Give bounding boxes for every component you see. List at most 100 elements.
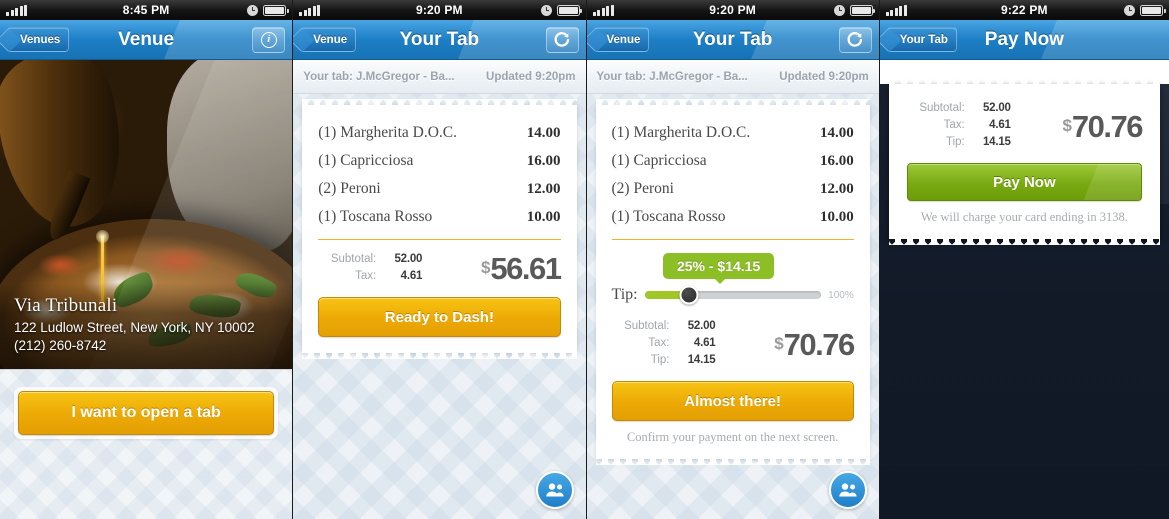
venue-hero-photo: Via Tribunali 122 Ludlow Street, New Yor…	[0, 60, 293, 369]
open-tab-button-label: I want to open a tab	[71, 404, 221, 421]
info-icon: i	[260, 31, 277, 48]
table-row: (2) Peroni 12.00	[612, 175, 854, 203]
grand-total-value: 70.76	[1071, 108, 1144, 144]
card-charge-note: We will charge your card ending in 3138.	[920, 210, 1128, 224]
pay-now-button[interactable]: Pay Now	[906, 163, 1142, 201]
info-button[interactable]: i	[252, 26, 286, 53]
grand-total: $70.76	[774, 326, 856, 362]
back-button-your-tab[interactable]: Your Tab	[886, 27, 957, 52]
tip-slider-handle[interactable]	[679, 285, 699, 305]
friends-icon	[545, 483, 564, 497]
subtotal-value: 52.00	[394, 253, 423, 265]
item-amount: 16.00	[526, 153, 561, 169]
nav-bar: Venues Venue i	[0, 20, 293, 60]
tip-total-value: 14.15	[687, 354, 716, 366]
pay-now-label: Pay Now	[993, 173, 1056, 191]
friends-button[interactable]	[828, 471, 867, 509]
table-row: (1) Margherita D.O.C. 14.00	[612, 119, 854, 147]
totals-row: Tax: 4.61	[318, 268, 422, 285]
refresh-icon	[846, 31, 864, 49]
back-button-label: Venue	[606, 33, 641, 46]
tax-value: 4.61	[989, 119, 1011, 131]
friends-button[interactable]	[535, 471, 574, 509]
open-tab-footer: I want to open a tab	[0, 369, 293, 519]
tip-label: Tip:	[611, 286, 638, 303]
battery-icon	[556, 4, 582, 16]
back-button-label: Venues	[20, 33, 61, 46]
tip-max-label: 100%	[828, 289, 854, 301]
venue-name: Via Tribunali	[14, 295, 118, 316]
totals-row: Tip: 14.15	[907, 134, 1011, 151]
subtotal-label: Subtotal:	[330, 253, 377, 265]
back-button-label: Your Tab	[899, 33, 948, 46]
battery-icon	[1140, 4, 1166, 16]
item-amount: 12.00	[526, 181, 561, 197]
tax-label: Tax:	[648, 337, 670, 349]
nav-bar: Your Tab Pay Now	[879, 20, 1169, 60]
refresh-button[interactable]	[838, 26, 872, 53]
totals-block: Subtotal: 52.00 Tax: 4.61 $56.61	[318, 251, 562, 297]
back-button-venue[interactable]: Venue	[300, 27, 357, 52]
table-row: (1) Margherita D.O.C. 14.00	[318, 119, 560, 147]
clock-icon	[1124, 4, 1135, 16]
back-button-venues[interactable]: Venues	[7, 27, 70, 52]
item-name: (1) Margherita D.O.C.	[611, 124, 751, 141]
totals-row: Tax: 4.61	[612, 335, 715, 352]
tip-selector: 25% - $14.15 Tip: 100%	[612, 251, 854, 308]
pay-receipt-card: Subtotal: 52.00 Tax: 4.61 Tip: 14.15 $70…	[888, 78, 1160, 245]
almost-there-button[interactable]: Almost there!	[611, 381, 854, 421]
tab-summary-bar: Your tab: J.McGregor - Ba... Updated 9:2…	[586, 60, 879, 94]
refresh-icon	[553, 31, 571, 49]
ready-to-dash-label: Ready to Dash!	[384, 308, 494, 326]
grand-total: $56.61	[480, 251, 562, 286]
tab-summary-bar: Your tab: J.McGregor - Ba... Updated 9:2…	[293, 60, 586, 94]
refresh-button[interactable]	[545, 26, 579, 53]
subtotal-value: 52.00	[687, 320, 716, 332]
table-row: (1) Capricciosa 16.00	[318, 147, 560, 175]
screenshot-strip: 8:45 PM Venues Venue i Via Tribunali 122…	[0, 0, 1169, 519]
item-amount: 16.00	[820, 153, 854, 169]
nav-bar: Venue Your Tab	[586, 20, 879, 60]
subtotal-value: 52.00	[982, 102, 1011, 114]
subtotal-label: Subtotal:	[624, 320, 670, 332]
receipt-top-edge	[595, 99, 870, 106]
item-name: (1) Margherita D.O.C.	[318, 124, 458, 141]
clock-icon	[247, 4, 259, 16]
item-amount: 14.00	[820, 125, 854, 141]
item-name: (2) Peroni	[611, 180, 674, 197]
ready-to-dash-button[interactable]: Ready to Dash!	[318, 297, 561, 337]
item-amount: 10.00	[820, 209, 854, 225]
grand-total-value: 56.61	[490, 251, 562, 286]
item-name: (1) Capricciosa	[611, 152, 707, 169]
receipt-card: (1) Margherita D.O.C. 14.00 (1) Capricci…	[595, 99, 870, 465]
grand-total-value: 70.76	[783, 326, 856, 362]
venue-phone: (212) 260-8742	[14, 338, 107, 353]
tip-total-label: Tip:	[946, 136, 965, 148]
currency-symbol: $	[480, 258, 491, 277]
tab-body: Your tab: J.McGregor - Ba... Updated 9:2…	[586, 60, 879, 519]
currency-symbol: $	[1062, 115, 1072, 135]
open-tab-button[interactable]: I want to open a tab	[18, 391, 275, 435]
status-bar: 8:45 PM	[0, 0, 293, 20]
totals-row: Subtotal: 52.00	[612, 318, 716, 335]
grand-total: $70.76	[1062, 108, 1144, 144]
tab-owner-label: Your tab: J.McGregor - Ba...	[596, 70, 748, 83]
receipt-top-edge	[888, 78, 1160, 85]
tip-slider[interactable]	[644, 285, 822, 305]
tax-value: 4.61	[400, 270, 423, 282]
table-row: (2) Peroni 12.00	[318, 175, 560, 203]
receipt-divider	[318, 239, 561, 240]
receipt-bottom-edge	[888, 238, 1160, 245]
table-row: (1) Toscana Rosso 10.00	[612, 203, 854, 231]
item-amount: 14.00	[526, 125, 561, 141]
totals-row: Subtotal: 52.00	[318, 251, 423, 268]
totals-row: Subtotal: 52.00	[907, 100, 1011, 117]
nav-bar: Venue Your Tab	[293, 20, 586, 60]
item-name: (1) Capricciosa	[318, 152, 414, 169]
confirm-note: Confirm your payment on the next screen.	[626, 430, 839, 444]
receipt-top-edge	[302, 99, 577, 106]
back-button-label: Venue	[313, 33, 348, 46]
back-button-venue[interactable]: Venue	[593, 27, 650, 52]
battery-icon	[263, 4, 289, 16]
item-name: (2) Peroni	[318, 180, 381, 197]
